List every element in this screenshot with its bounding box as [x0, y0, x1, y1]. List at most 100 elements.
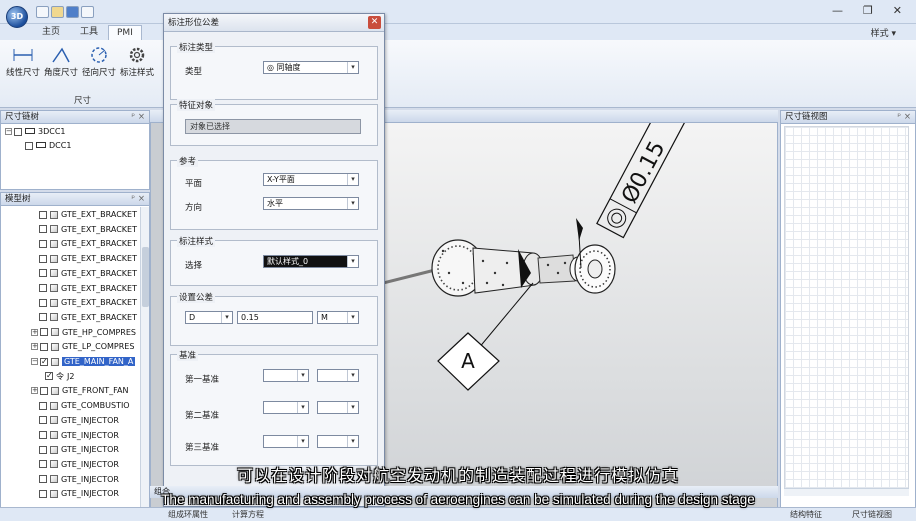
tab-tools[interactable]: 工具 [72, 25, 106, 40]
model-tree-item[interactable]: GTE_INJECTOR [39, 414, 119, 428]
app-logo[interactable]: 3D [6, 6, 28, 28]
model-tree-item[interactable]: + GTE_LP_COMPRES [31, 340, 134, 354]
close-icon[interactable]: × [138, 111, 145, 124]
part-icon [51, 342, 59, 351]
model-tree-item[interactable]: GTE_INJECTOR [39, 443, 119, 457]
linear-dimension-button[interactable]: 线性尺寸 [6, 46, 40, 78]
pin-icon[interactable]: ᵖ [131, 111, 135, 124]
tree-item[interactable]: −3DCC1 [5, 125, 66, 139]
model-tree-item[interactable]: GTE_EXT_BRACKET [39, 223, 137, 237]
tolerance-symbol-select[interactable]: D ▾ [185, 311, 233, 324]
modifier-select[interactable]: M ▾ [317, 311, 359, 324]
restore-button[interactable]: ❐ [863, 4, 873, 20]
checkbox[interactable] [39, 401, 47, 410]
part-icon [50, 210, 58, 219]
expand-icon[interactable]: − [31, 358, 38, 365]
assembly-scene[interactable]: A Ø0.15 [383, 123, 777, 510]
checkbox[interactable] [39, 210, 47, 219]
model-tree-item[interactable]: GTE_EXT_BRACKET [39, 208, 137, 222]
minimize-button[interactable]: — [832, 4, 843, 20]
checkbox[interactable] [40, 355, 48, 369]
chain-view-grid[interactable] [784, 126, 909, 496]
type-select[interactable]: ◎ 同轴度 ▾ [263, 61, 359, 74]
model-tree-item[interactable]: −GTE_MAIN_FAN_A [31, 355, 136, 369]
tab-home[interactable]: 主页 [34, 25, 68, 40]
checkbox[interactable] [25, 141, 33, 150]
first-datum-modifier-select[interactable]: ▾ [317, 369, 359, 382]
panel-title: 模型树 [5, 194, 31, 204]
dimension-style-button[interactable]: 标注样式 [120, 46, 154, 78]
first-datum-select[interactable]: ▾ [263, 369, 309, 382]
model-tree-item[interactable]: GTE_INJECTOR [39, 429, 119, 443]
checkbox[interactable] [39, 225, 47, 234]
tab-component-properties[interactable]: 组成环属性 [168, 508, 208, 521]
chevron-down-icon: ▾ [347, 256, 358, 267]
expand-icon[interactable]: + [31, 343, 38, 351]
constraint-icon: 令 [56, 371, 64, 381]
third-datum-modifier-select[interactable]: ▾ [317, 435, 359, 448]
close-icon[interactable]: × [904, 111, 911, 124]
checkbox[interactable] [45, 369, 53, 383]
scroll-thumb[interactable] [142, 247, 149, 307]
open-folder-icon[interactable] [51, 6, 64, 18]
part-icon [50, 401, 58, 410]
checkbox[interactable] [39, 416, 47, 425]
expand-icon[interactable]: + [31, 387, 38, 395]
panel-header: 尺寸链树 ᵖ × [1, 111, 149, 124]
tab-pmi[interactable]: PMI [108, 25, 142, 40]
datum-group: 基准 第一基准 ▾ ▾ 第二基准 ▾ ▾ 第三基准 ▾ ▾ [170, 349, 378, 466]
expand-icon[interactable]: + [31, 328, 38, 336]
tab-calculation-equation[interactable]: 计算方程 [232, 508, 264, 521]
pin-icon[interactable]: ᵖ [131, 193, 135, 206]
checkbox[interactable] [39, 298, 47, 307]
model-tree-item[interactable]: 令J2 [45, 369, 74, 384]
model-tree-item[interactable]: GTE_COMBUSTIO [39, 399, 130, 413]
radial-dimension-button[interactable]: 径向尺寸 [82, 46, 116, 78]
model-tree-item[interactable]: + GTE_HP_COMPRES [31, 326, 136, 340]
checkbox[interactable] [39, 313, 47, 322]
checkbox[interactable] [40, 386, 48, 395]
style-menu[interactable]: 样式 ▾ [871, 26, 896, 39]
checkbox[interactable] [39, 254, 47, 263]
style-select[interactable]: 默认样式_0 ▾ [263, 255, 359, 268]
checkbox[interactable] [39, 284, 47, 292]
chevron-down-icon: ▾ [297, 436, 308, 447]
model-tree-item[interactable]: + GTE_FRONT_FAN [31, 384, 129, 398]
checkbox[interactable] [39, 445, 47, 454]
tolerance-value-input[interactable]: 0.15 [237, 311, 313, 324]
model-tree-item[interactable]: GTE_EXT_BRACKET [39, 237, 137, 251]
checkbox[interactable] [40, 328, 48, 337]
pin-icon[interactable]: ᵖ [897, 111, 901, 124]
panel-title: 尺寸链树 [5, 112, 40, 122]
panel-header: 尺寸链视图 ᵖ × [781, 111, 915, 124]
panel-header: 模型树 ᵖ × [1, 193, 149, 206]
angle-dimension-button[interactable]: 角度尺寸 [44, 46, 78, 78]
model-tree-item[interactable]: GTE_EXT_BRACKET [39, 282, 137, 296]
tab-chain-view[interactable]: 尺寸链视图 [852, 508, 892, 521]
second-datum-select[interactable]: ▾ [263, 401, 309, 414]
direction-select[interactable]: 水平 ▾ [263, 197, 359, 210]
tab-structure-features[interactable]: 结构特征 [790, 508, 822, 521]
model-tree-item[interactable]: GTE_EXT_BRACKET [39, 311, 137, 325]
model-tree-item[interactable]: GTE_EXT_BRACKET [39, 296, 137, 310]
dialog-close-button[interactable]: ✕ [368, 16, 381, 29]
save-icon[interactable] [66, 6, 79, 18]
second-datum-modifier-select[interactable]: ▾ [317, 401, 359, 414]
checkbox[interactable] [39, 431, 47, 439]
tree-item[interactable]: DCC1 [25, 139, 71, 153]
selected-object-button[interactable]: 对象已选择 [185, 119, 361, 134]
chevron-down-icon: ▾ [347, 198, 358, 209]
third-datum-select[interactable]: ▾ [263, 435, 309, 448]
checkbox[interactable] [39, 269, 47, 278]
close-window-button[interactable]: ✕ [893, 4, 902, 20]
plane-select[interactable]: X-Y平面 ▾ [263, 173, 359, 186]
close-icon[interactable]: × [138, 193, 145, 206]
checkbox[interactable] [14, 127, 22, 136]
collapse-icon[interactable]: − [5, 128, 12, 135]
checkbox[interactable] [40, 342, 48, 351]
checkbox[interactable] [39, 239, 47, 248]
model-tree-item[interactable]: GTE_EXT_BRACKET [39, 267, 137, 281]
new-file-icon[interactable] [36, 6, 49, 18]
model-tree-item[interactable]: GTE_EXT_BRACKET [39, 252, 137, 266]
print-icon[interactable] [81, 6, 94, 18]
